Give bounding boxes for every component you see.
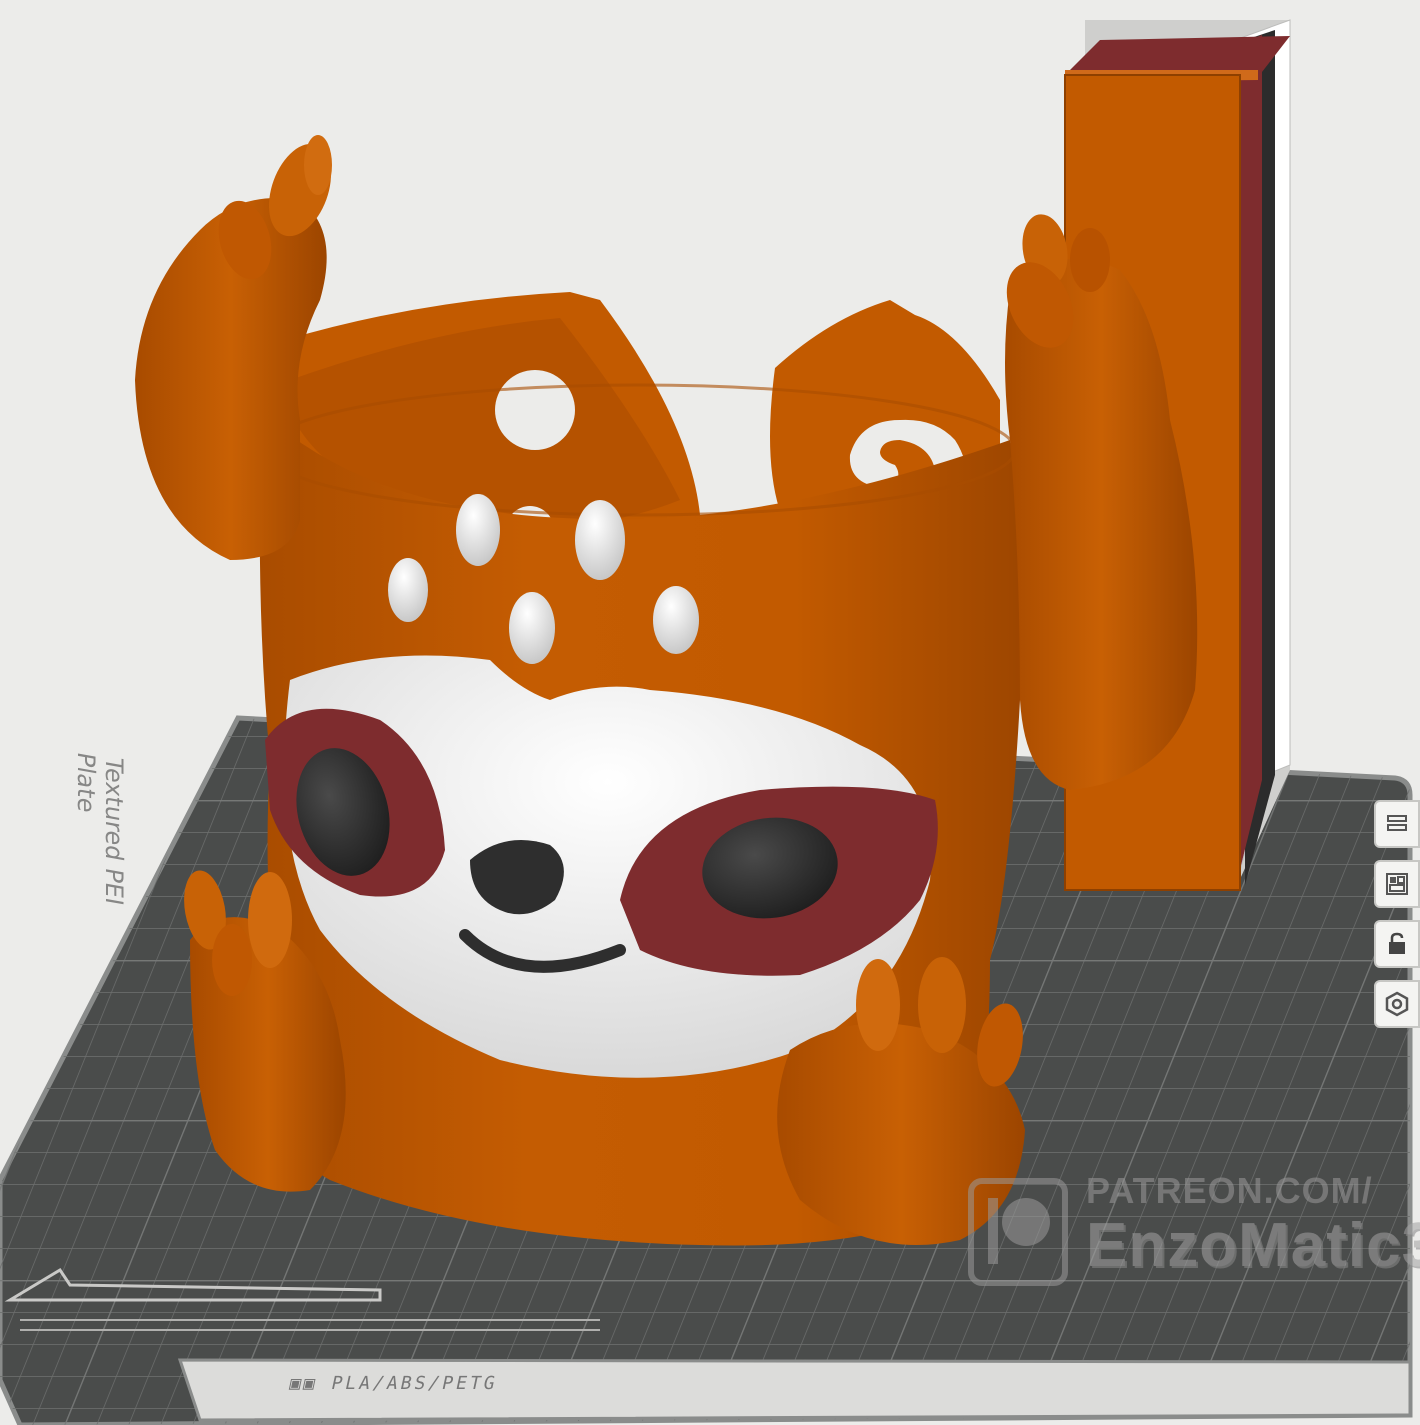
spot-3	[388, 558, 428, 622]
build-plate-name: Textured PEI Plate	[72, 750, 128, 908]
lock-icon	[1389, 932, 1405, 954]
spot-4	[509, 592, 555, 664]
right-foot-claw-1	[856, 959, 900, 1051]
viewport-side-toolbar	[1360, 800, 1420, 1028]
settings-button[interactable]	[1374, 980, 1420, 1028]
watermark-line2: EnzoMatic3D	[1086, 1211, 1420, 1280]
spot-2	[575, 500, 625, 580]
left-foot-claw-2	[248, 872, 292, 968]
rim-hole-large	[495, 370, 575, 450]
layers-button[interactable]	[1374, 800, 1420, 848]
left-hand-claw-3	[304, 135, 332, 195]
lock-button[interactable]	[1374, 920, 1420, 968]
right-hand-claw-3	[1070, 228, 1110, 292]
build-plate-material-label: ▣▣ PLA/ABS/PETG	[287, 1373, 500, 1394]
grid-arrange-icon	[1386, 873, 1408, 895]
hexagon-settings-icon	[1385, 991, 1409, 1017]
arrange-button[interactable]	[1374, 860, 1420, 908]
plate-type-badge-icon: ▣▣	[287, 1373, 334, 1394]
spot-5	[653, 586, 699, 654]
spot-1	[456, 494, 500, 566]
patreon-logo-icon	[968, 1178, 1068, 1286]
layers-icon	[1387, 815, 1407, 831]
left-foot-claw-3	[212, 924, 252, 996]
patreon-watermark: PATREON.COM/ EnzoMatic3D	[968, 1170, 1420, 1310]
watermark-line1: PATREON.COM/	[1086, 1170, 1373, 1211]
right-foot-claw-2	[918, 957, 966, 1053]
